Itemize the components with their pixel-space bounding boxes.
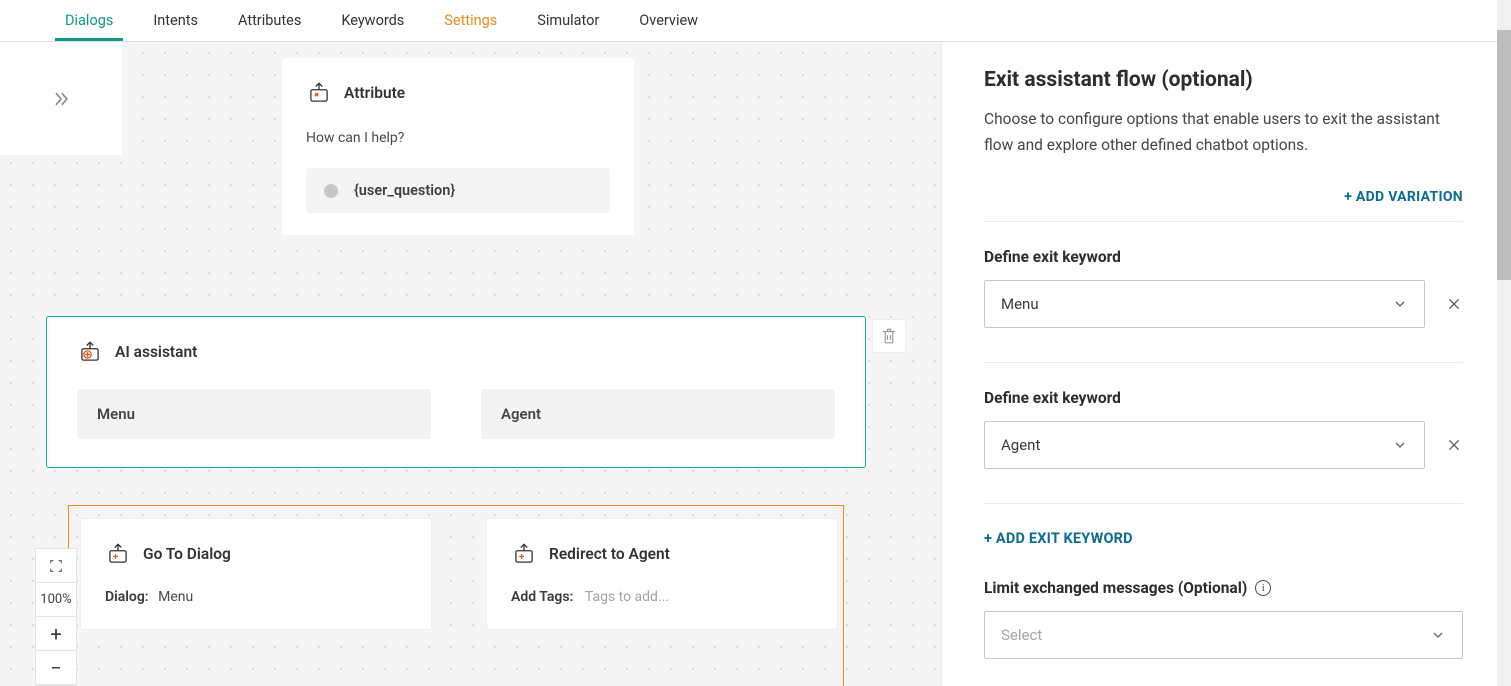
info-icon[interactable]: i [1255, 580, 1271, 596]
exit-keyword-label-1: Define exit keyword [984, 248, 1463, 266]
go-to-dialog-title: Go To Dialog [143, 545, 231, 563]
divider [984, 362, 1463, 363]
tab-overview[interactable]: Overview [619, 0, 718, 41]
zoom-in-button[interactable]: + [36, 617, 76, 651]
redirect-to-agent-title: Redirect to Agent [549, 545, 670, 563]
remove-keyword-button-2[interactable] [1445, 436, 1463, 454]
tab-settings[interactable]: Settings [424, 0, 517, 41]
ai-assistant-card[interactable]: AI assistant Menu Agent [46, 316, 866, 468]
tab-attributes[interactable]: Attributes [218, 0, 321, 41]
limit-messages-placeholder: Select [1001, 626, 1042, 644]
zoom-controls: 100% + − [35, 548, 77, 686]
divider [984, 503, 1463, 504]
ai-assistant-card-title: AI assistant [115, 343, 197, 361]
divider [984, 221, 1463, 222]
redirect-add-tags-placeholder[interactable]: Tags to add... [585, 589, 669, 605]
add-exit-keyword-button[interactable]: + ADD EXIT KEYWORD [984, 530, 1463, 547]
variable-dot-icon [324, 184, 338, 198]
fit-screen-icon [48, 558, 64, 574]
ai-option-agent[interactable]: Agent [481, 389, 835, 439]
attribute-card[interactable]: Attribute How can I help? {user_question… [282, 58, 634, 235]
ai-option-menu[interactable]: Menu [77, 389, 431, 439]
go-to-dialog-card[interactable]: Go To Dialog Dialog: Menu [80, 518, 432, 630]
limit-messages-select[interactable]: Select [984, 611, 1463, 659]
top-tabs: Dialogs Intents Attributes Keywords Sett… [0, 0, 1511, 42]
trash-icon [880, 327, 898, 345]
remove-keyword-button-1[interactable] [1445, 295, 1463, 313]
close-icon [1446, 296, 1462, 312]
tab-simulator[interactable]: Simulator [517, 0, 619, 41]
panel-heading: Exit assistant flow (optional) [984, 68, 1463, 92]
add-variation-button[interactable]: + ADD VARIATION [984, 189, 1463, 205]
redirect-to-agent-card[interactable]: Redirect to Agent Add Tags: Tags to add.… [486, 518, 838, 630]
attribute-icon [306, 80, 332, 106]
chevron-double-right-icon [51, 89, 71, 109]
zoom-fit-button[interactable] [36, 549, 76, 583]
zoom-out-button[interactable]: − [36, 651, 76, 685]
delete-node-button[interactable] [872, 319, 906, 353]
expand-panel-button[interactable] [0, 42, 122, 155]
redirect-add-tags-label: Add Tags: [511, 589, 573, 605]
exit-keyword-label-2: Define exit keyword [984, 389, 1463, 407]
chevron-down-icon [1392, 437, 1408, 453]
scrollbar-thumb[interactable] [1497, 30, 1511, 280]
chevron-down-icon [1392, 296, 1408, 312]
attribute-variable-text: {user_question} [354, 182, 455, 199]
properties-panel: Exit assistant flow (optional) Choose to… [941, 42, 1511, 686]
go-to-dialog-field-value: Menu [158, 589, 193, 605]
chevron-down-icon [1430, 627, 1446, 643]
attribute-card-prompt: How can I help? [306, 130, 610, 146]
limit-messages-label: Limit exchanged messages (Optional) [984, 579, 1247, 597]
ai-assistant-icon [77, 339, 103, 365]
canvas[interactable]: Attribute How can I help? {user_question… [0, 42, 941, 686]
close-icon [1446, 437, 1462, 453]
tab-intents[interactable]: Intents [133, 0, 218, 41]
tab-dialogs[interactable]: Dialogs [45, 0, 133, 41]
exit-keyword-select-2[interactable]: Agent [984, 421, 1425, 469]
attribute-card-title: Attribute [344, 84, 405, 102]
exit-keyword-value-2: Agent [1001, 436, 1040, 454]
panel-description: Choose to configure options that enable … [984, 106, 1463, 159]
go-to-dialog-icon [105, 541, 131, 567]
attribute-variable-chip[interactable]: {user_question} [306, 168, 610, 213]
zoom-level-label[interactable]: 100% [36, 583, 76, 617]
tab-keywords[interactable]: Keywords [321, 0, 424, 41]
redirect-to-agent-icon [511, 541, 537, 567]
exit-keyword-select-1[interactable]: Menu [984, 280, 1425, 328]
go-to-dialog-field-label: Dialog: [105, 589, 149, 605]
exit-keyword-value-1: Menu [1001, 295, 1039, 313]
